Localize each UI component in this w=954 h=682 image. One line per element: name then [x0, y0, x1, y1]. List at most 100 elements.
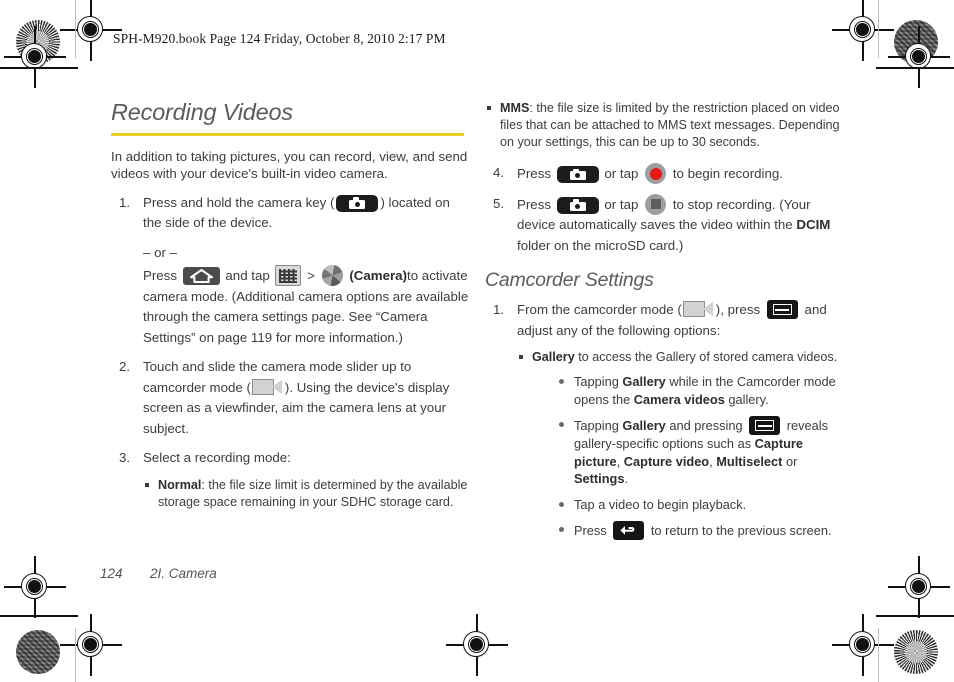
gallery-sub-bullets: Tapping Gallery while in the Camcorder m… — [532, 373, 843, 541]
camera-key-icon — [336, 194, 379, 212]
registration-crosshair-right-upper — [888, 26, 950, 88]
step-4-or-tap-label: or tap — [604, 166, 639, 181]
registration-crosshair-top-right — [832, 0, 894, 61]
page-edge-guide-left-bottom — [75, 628, 76, 682]
step-1-press-label: Press — [143, 268, 177, 284]
gallery-sub-1-part3: gallery. — [724, 391, 769, 407]
mode-bullet-normal-text: : the file size limit is determined by t… — [158, 477, 468, 509]
step-5: 5. Press or tap to stop recording. (Your… — [485, 193, 843, 257]
option-bullet-gallery-term: Gallery — [532, 350, 575, 365]
step-1-text-before: Press and hold the camera key ( — [143, 194, 335, 210]
gallery-sub-4-part3: to return to the previous screen. — [647, 523, 832, 539]
registration-crosshair-top-left — [60, 0, 122, 61]
menu-key-icon — [749, 416, 781, 436]
record-button-icon — [645, 163, 667, 184]
gallery-sub-2-bold3: Capture video — [623, 453, 710, 469]
page-footer: 124 2I. Camera — [100, 566, 217, 581]
page-edge-guide-right — [878, 0, 879, 58]
menu-key-icon — [766, 300, 798, 320]
footer-chapter: 2I. Camera — [150, 566, 217, 581]
step-1-or-label: – or – — [143, 244, 178, 260]
mode-bullet-mms-term: MMS — [500, 101, 530, 115]
step-5-tail-part2: folder on the microSD card.) — [517, 237, 684, 253]
gallery-sub-bullet-4: Press to return to the previous screen. — [558, 521, 843, 541]
step-1-alternative: Press and tap > (Camera)to activate came… — [143, 265, 469, 348]
gallery-sub-2-part4: . — [624, 471, 629, 487]
mode-bullet-normal-term: Normal — [158, 477, 202, 492]
gallery-sub-2-bold4: Multiselect — [716, 453, 783, 469]
settings-step-1-number: 1. — [493, 302, 505, 318]
step-5-dcim-label: DCIM — [796, 217, 831, 232]
step-5-number: 5. — [493, 195, 505, 211]
step-1-and-tap-label: and tap — [225, 268, 270, 284]
page-title: Recording Videos — [111, 99, 293, 125]
title-underline-rule — [111, 132, 464, 136]
intro-paragraph: In addition to taking pictures, you can … — [111, 148, 468, 182]
mms-mode-bullets: MMS: the file size is limited by the res… — [485, 100, 843, 151]
mode-bullet-mms-text: : the file size is limited by the restri… — [500, 101, 840, 149]
back-arrow-glyph — [620, 526, 635, 535]
home-key-icon — [182, 267, 220, 286]
recording-steps-list-continued: 4. Press or tap to begin recording. 5. P… — [485, 163, 843, 256]
step-1-app-name: (Camera) — [349, 268, 408, 284]
option-bullet-gallery-text: to access the Gallery of stored camera v… — [574, 350, 838, 365]
footer-page-number: 124 — [100, 566, 123, 581]
step-1-separator: > — [307, 268, 315, 284]
gallery-sub-2-part1: Tapping — [574, 418, 623, 434]
gallery-sub-1-bold1: Gallery — [622, 374, 666, 390]
right-column: MMS: the file size is limited by the res… — [485, 100, 843, 549]
registration-crosshair-right-lower — [888, 556, 950, 618]
page-edge-guide-right-bottom — [878, 628, 879, 682]
home-glyph — [189, 269, 213, 284]
camcorder-slider-icon — [251, 378, 284, 395]
gallery-sub-2-bold1: Gallery — [622, 418, 666, 434]
camcorder-settings-title: Camcorder Settings — [485, 269, 654, 291]
step-2: 2. Touch and slide the camera mode slide… — [111, 357, 469, 439]
camera-key-icon — [556, 166, 599, 183]
registration-crosshair-bottom-center — [446, 614, 508, 676]
step-3-number: 3. — [119, 450, 131, 466]
gallery-sub-1-part1: Tapping — [574, 374, 623, 390]
back-key-icon — [613, 521, 645, 541]
gallery-sub-4-part1: Press — [574, 523, 611, 539]
step-2-number: 2. — [119, 359, 131, 375]
step-4-number: 4. — [493, 165, 505, 180]
step-1: 1. Press and hold the camera key () loca… — [111, 193, 469, 349]
step-3: 3. Select a recording mode: Normal: the … — [111, 448, 469, 511]
camcorder-slider-icon — [682, 301, 715, 318]
left-column: Recording Videos In addition to taking p… — [111, 99, 469, 520]
registration-crosshair-left-lower — [4, 556, 66, 618]
running-header: SPH-M920.book Page 124 Friday, October 8… — [113, 31, 446, 46]
camcorder-settings-steps: 1. From the camcorder mode ( ), press and… — [485, 300, 843, 541]
recording-mode-bullets: Normal: the file size limit is determine… — [143, 477, 469, 511]
step-5-press-label: Press — [517, 196, 551, 212]
trim-line-bottom-right — [876, 615, 954, 617]
settings-step-1-text-before: From the camcorder mode ( — [517, 302, 682, 318]
gallery-sub-2-sep3: or — [782, 453, 798, 469]
apps-grid-icon — [275, 265, 302, 287]
registration-crosshair-bottom-right — [832, 614, 894, 676]
registration-crosshair-bottom-left — [60, 614, 122, 676]
camera-key-icon — [556, 196, 599, 214]
gallery-sub-1-bold2: Camera videos — [633, 391, 725, 407]
step-4-tail: to begin recording. — [672, 166, 783, 181]
gallery-sub-bullet-2: Tapping Gallery and pressing reveals gal… — [558, 416, 843, 488]
settings-step-1-text-mid: ), press — [715, 302, 761, 318]
registration-crosshair-left-upper — [4, 26, 66, 88]
recording-steps-list: 1. Press and hold the camera key () loca… — [111, 193, 469, 511]
option-bullet-gallery: Gallery to access the Gallery of stored … — [517, 349, 843, 541]
gallery-sub-2-part2: and pressing — [665, 418, 747, 434]
gallery-sub-2-bold5: Settings — [574, 471, 625, 487]
gallery-sub-3-text: Tap a video to begin playback. — [574, 496, 747, 512]
step-4-press-label: Press — [517, 166, 551, 181]
trim-line-top-right — [876, 67, 954, 69]
trim-line-top-left — [0, 67, 78, 69]
camera-shutter-icon — [321, 265, 343, 287]
camcorder-option-bullets: Gallery to access the Gallery of stored … — [517, 349, 843, 541]
step-4: 4. Press or tap to begin recording. — [485, 163, 843, 185]
step-1-number: 1. — [119, 194, 131, 210]
registration-rosette-bottom-left — [16, 630, 60, 674]
step-3-text: Select a recording mode: — [143, 450, 291, 466]
trim-line-bottom-left — [0, 615, 78, 617]
page-edge-guide-left — [75, 0, 76, 58]
